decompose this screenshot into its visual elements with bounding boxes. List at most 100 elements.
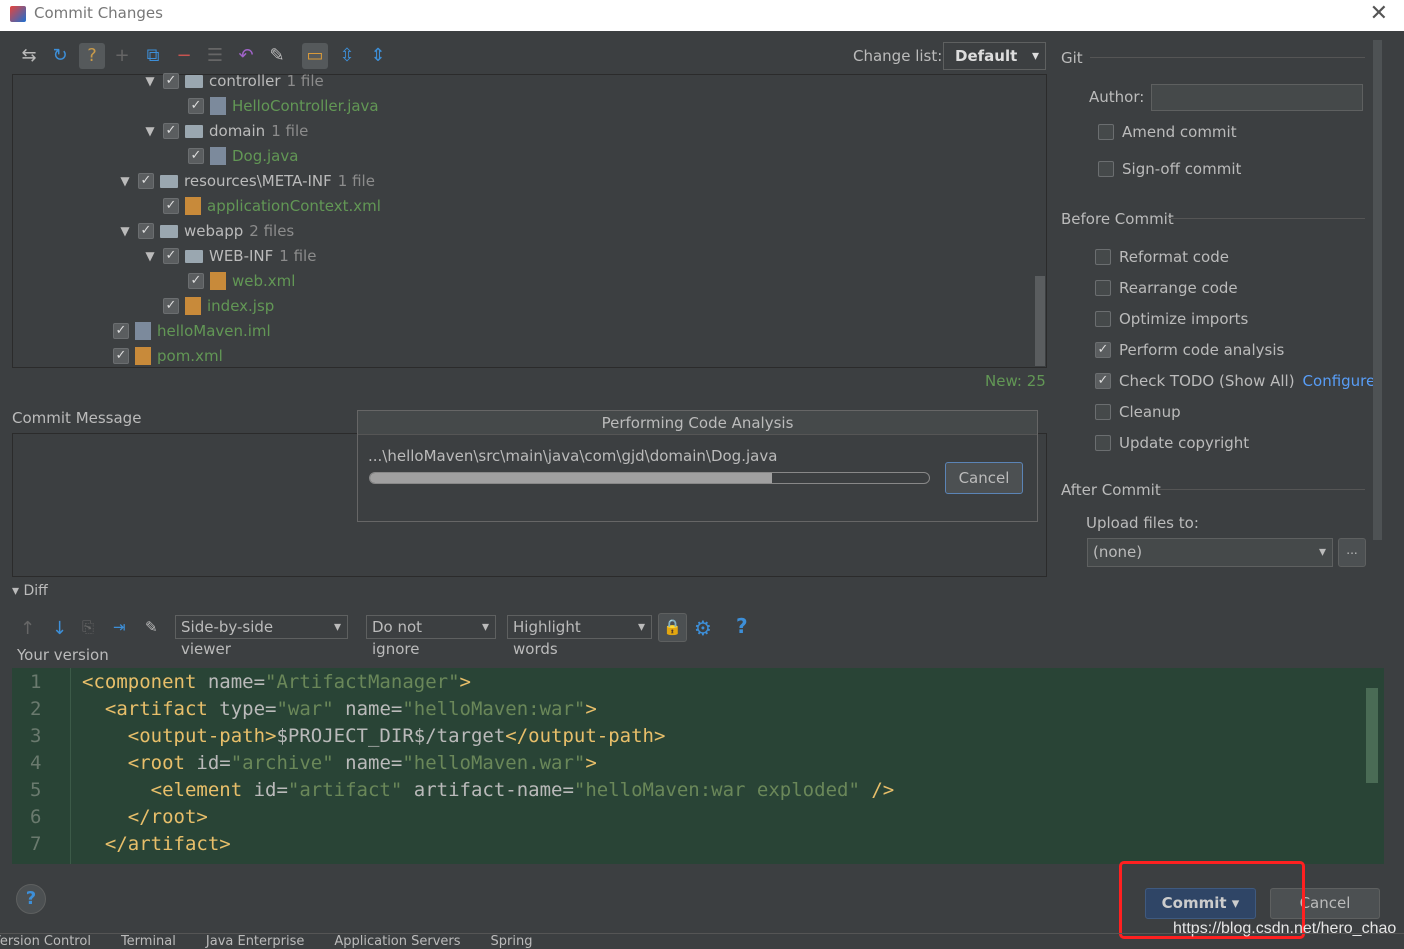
tree-row[interactable]: ✓ applicationContext.xml xyxy=(143,194,381,218)
option-checkbox[interactable] xyxy=(1095,249,1111,265)
expand-arrow-icon[interactable]: ▼ xyxy=(118,174,132,188)
tree-row[interactable]: ▼ ✓ resources\META-INF 1 file xyxy=(118,169,375,193)
include-checkbox[interactable]: ✓ xyxy=(138,173,154,189)
edit-source-icon[interactable]: ✎ xyxy=(264,43,290,69)
group-icon[interactable]: ☰ xyxy=(202,43,228,69)
before-commit-header: Before Commit xyxy=(1061,210,1174,228)
before-commit-option[interactable]: Update copyright xyxy=(1095,434,1249,452)
changelist-dropdown[interactable]: Default xyxy=(943,42,1046,70)
remove-icon[interactable]: − xyxy=(171,43,197,69)
include-checkbox[interactable]: ✓ xyxy=(113,348,129,364)
before-commit-option[interactable]: Rearrange code xyxy=(1095,279,1238,297)
diff-code-editor[interactable]: 1 <component name="ArtifactManager"> 2 <ar… xyxy=(12,668,1384,864)
tree-row[interactable]: ✓ helloMaven.iml xyxy=(93,319,271,343)
include-checkbox[interactable]: ✓ xyxy=(113,323,129,339)
tool-tab[interactable]: Application Servers xyxy=(334,934,460,949)
tree-row[interactable]: ▼ ✓ controller 1 file xyxy=(143,69,323,93)
option-checkbox[interactable] xyxy=(1095,435,1111,451)
upload-dropdown[interactable]: (none) xyxy=(1087,538,1333,567)
option-checkbox[interactable]: ✓ xyxy=(1095,342,1111,358)
jump-to-source-icon[interactable]: ⇥ xyxy=(113,618,126,636)
highlight-dropdown[interactable]: Highlight words xyxy=(507,615,652,658)
progress-bar xyxy=(369,472,930,484)
before-commit-option[interactable]: Reformat code xyxy=(1095,248,1229,266)
expand-arrow-icon[interactable]: ▼ xyxy=(143,249,157,263)
progress-fill xyxy=(370,473,773,483)
include-checkbox[interactable]: ✓ xyxy=(163,123,179,139)
include-checkbox[interactable]: ✓ xyxy=(163,298,179,314)
tree-item-name: applicationContext.xml xyxy=(207,197,381,215)
amend-commit-checkbox[interactable]: Amend commit xyxy=(1098,123,1237,141)
help-button[interactable]: ? xyxy=(16,884,46,914)
lock-icon[interactable]: 🔒 xyxy=(658,613,687,642)
expand-all-icon[interactable]: ⇳ xyxy=(334,43,360,69)
collapse-all-icon[interactable]: ⇕ xyxy=(365,43,391,69)
show-directories-icon[interactable]: ▭ xyxy=(302,43,328,69)
expand-arrow-icon[interactable]: ▼ xyxy=(118,224,132,238)
include-checkbox[interactable]: ✓ xyxy=(138,223,154,239)
option-checkbox[interactable] xyxy=(1095,280,1111,296)
option-label: Optimize imports xyxy=(1119,310,1249,328)
upload-label: Upload files to: xyxy=(1086,514,1199,532)
upload-more-button[interactable]: ... xyxy=(1338,538,1366,567)
tool-tab[interactable]: Version Control xyxy=(0,934,91,949)
tree-item-name: Dog.java xyxy=(232,147,299,165)
tree-row[interactable]: ▼ ✓ domain 1 file xyxy=(143,119,308,143)
editor-scrollbar[interactable] xyxy=(1366,688,1378,783)
include-checkbox[interactable]: ✓ xyxy=(188,98,204,114)
option-checkbox[interactable] xyxy=(1095,404,1111,420)
add-icon[interactable]: + xyxy=(109,43,135,69)
revert-icon[interactable]: ↶ xyxy=(233,43,259,69)
file-count: 2 files xyxy=(249,222,295,240)
tree-row[interactable]: ✓ index.jsp xyxy=(143,294,274,318)
include-checkbox[interactable]: ✓ xyxy=(188,273,204,289)
before-commit-option[interactable]: ✓ Check TODO (Show All) Configure xyxy=(1095,372,1375,390)
tool-tab[interactable]: Terminal xyxy=(121,934,176,949)
folder-icon xyxy=(160,224,178,238)
tree-item-name: webapp xyxy=(184,222,244,240)
settings-gear-icon[interactable]: ⚙ xyxy=(694,616,712,640)
tree-row[interactable]: ▼ ✓ webapp 2 files xyxy=(118,219,294,243)
unversioned-icon[interactable]: ? xyxy=(79,43,105,69)
tool-tab[interactable]: Spring xyxy=(491,934,533,949)
before-commit-option[interactable]: ✓ Perform code analysis xyxy=(1095,341,1284,359)
next-diff-icon[interactable]: ↓ xyxy=(52,618,67,639)
option-checkbox[interactable]: ✓ xyxy=(1095,373,1111,389)
code-line: <output-path>$PROJECT_DIR$/target</outpu… xyxy=(127,725,666,747)
signoff-commit-checkbox[interactable]: Sign-off commit xyxy=(1098,160,1241,178)
compare-icon[interactable]: ⎘ xyxy=(82,618,94,636)
rollback-icon[interactable]: ↻ xyxy=(47,43,73,69)
prev-diff-icon[interactable]: ↑ xyxy=(20,618,35,639)
configure-link[interactable]: Configure xyxy=(1303,372,1376,390)
tree-row[interactable]: ▼ ✓ WEB-INF 1 file xyxy=(143,244,316,268)
viewer-dropdown[interactable]: Side-by-side viewer xyxy=(175,615,348,658)
tree-row[interactable]: ✓ pom.xml xyxy=(93,344,223,368)
diff-help-icon[interactable]: ? xyxy=(736,614,748,638)
progress-cancel-button[interactable]: Cancel xyxy=(945,462,1023,494)
before-commit-option[interactable]: Optimize imports xyxy=(1095,310,1248,328)
before-commit-option[interactable]: Cleanup xyxy=(1095,403,1181,421)
include-checkbox[interactable]: ✓ xyxy=(163,73,179,89)
ignore-dropdown[interactable]: Do not ignore xyxy=(366,615,496,658)
option-checkbox[interactable] xyxy=(1095,311,1111,327)
move-to-changelist-icon[interactable]: ⧉ xyxy=(140,43,166,69)
edit-icon[interactable]: ✎ xyxy=(145,618,158,636)
refresh-changes-icon[interactable]: ⇆ xyxy=(16,43,42,69)
tool-tab[interactable]: Java Enterprise xyxy=(206,934,304,949)
changed-files-tree[interactable]: ▼ ✓ controller 1 file ✓ HelloController.java ▼… xyxy=(12,72,1047,368)
author-input[interactable] xyxy=(1151,84,1363,111)
expand-arrow-icon[interactable]: ▼ xyxy=(143,74,157,88)
right-panel-scrollbar[interactable] xyxy=(1373,40,1382,540)
include-checkbox[interactable]: ✓ xyxy=(163,248,179,264)
tree-row[interactable]: ✓ HelloController.java xyxy=(168,94,379,118)
include-checkbox[interactable]: ✓ xyxy=(188,148,204,164)
tree-row[interactable]: ✓ Dog.java xyxy=(168,144,298,168)
expand-arrow-icon[interactable]: ▼ xyxy=(143,124,157,138)
tree-item-name: helloMaven.iml xyxy=(157,322,271,340)
progress-dialog: Performing Code Analysis ...\helloMaven\… xyxy=(357,410,1038,522)
diff-toggle[interactable]: ▾ Diff xyxy=(12,583,48,599)
tree-row[interactable]: ✓ web.xml xyxy=(168,269,295,293)
include-checkbox[interactable]: ✓ xyxy=(163,198,179,214)
tree-scrollbar[interactable] xyxy=(1035,276,1045,366)
close-icon[interactable]: ✕ xyxy=(1370,1,1388,26)
